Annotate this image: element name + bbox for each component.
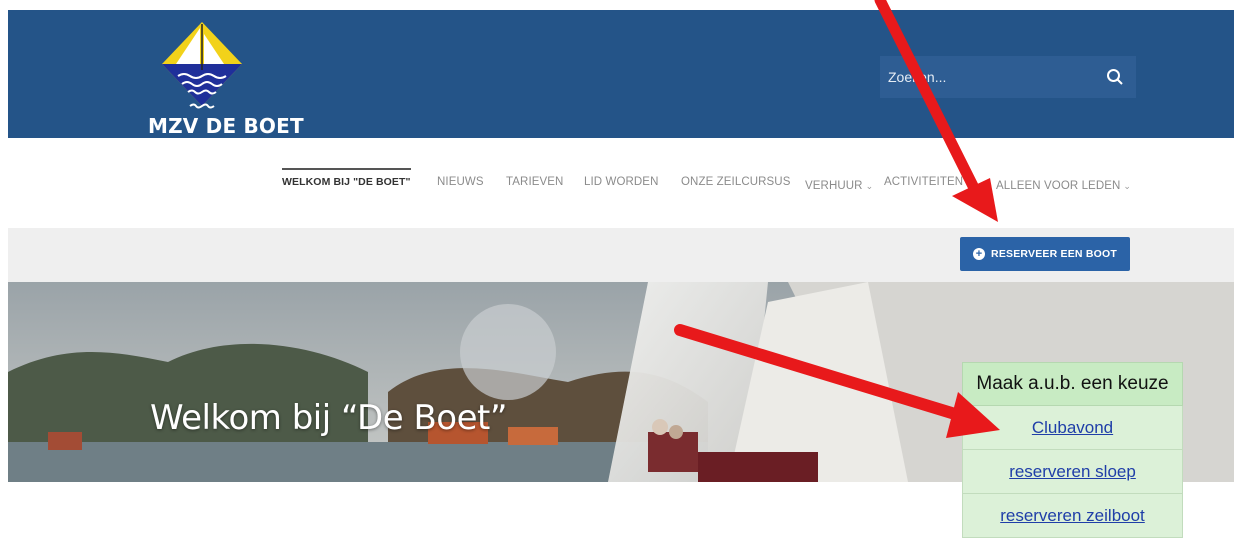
nav-item-lid-worden[interactable]: LID WORDEN [584, 176, 658, 188]
search-box [880, 56, 1136, 98]
choice-option-clubavond: Clubavond [962, 406, 1183, 450]
nav-item-verhuur[interactable]: VERHUUR ⌄ [805, 176, 873, 194]
choice-option-zeilboot: reserveren zeilboot [962, 494, 1183, 538]
nav-item-activiteiten[interactable]: ACTIVITEITEN [884, 176, 963, 188]
hero-title: Welkom bij “De Boet” [150, 398, 507, 438]
reserve-boat-button[interactable]: + RESERVEER EEN BOOT [960, 237, 1130, 271]
choice-box: Maak a.u.b. een keuze Clubavond reserver… [962, 362, 1183, 538]
clubavond-link[interactable]: Clubavond [1032, 418, 1113, 438]
choice-option-sloep: reserveren sloep [962, 450, 1183, 494]
nav-item-verhuur-label: VERHUUR [805, 180, 863, 192]
nav-item-nieuws[interactable]: NIEUWS [437, 176, 484, 188]
reserve-boat-label: RESERVEER EEN BOOT [991, 248, 1117, 260]
sailboat-logo-icon[interactable] [160, 20, 244, 116]
plus-circle-icon: + [973, 248, 986, 260]
nav-item-tarieven[interactable]: TARIEVEN [506, 176, 563, 188]
choice-box-heading: Maak a.u.b. een keuze [962, 362, 1183, 406]
chevron-down-icon: ⌄ [1123, 181, 1131, 191]
reserveren-zeilboot-link[interactable]: reserveren zeilboot [1000, 506, 1145, 526]
main-navigation: WELKOM BIJ "DE BOET" NIEUWS TARIEVEN LID… [0, 138, 1234, 228]
nav-item-alleen-voor-leden[interactable]: ALLEEN VOOR LEDEN ⌄ [996, 176, 1131, 194]
nav-item-alleen-voor-leden-label: ALLEEN VOOR LEDEN [996, 180, 1121, 192]
reserveren-sloep-link[interactable]: reserveren sloep [1009, 462, 1136, 482]
search-icon[interactable] [1106, 68, 1124, 86]
site-header: MZV DE BOET [8, 10, 1234, 138]
site-brand-name[interactable]: MZV DE BOET [148, 114, 304, 138]
nav-item-welkom[interactable]: WELKOM BIJ "DE BOET" [282, 168, 411, 188]
nav-item-onze-zeilcursus[interactable]: ONZE ZEILCURSUS [681, 176, 791, 188]
search-input[interactable] [880, 56, 1090, 98]
chevron-down-icon: ⌄ [865, 181, 874, 191]
